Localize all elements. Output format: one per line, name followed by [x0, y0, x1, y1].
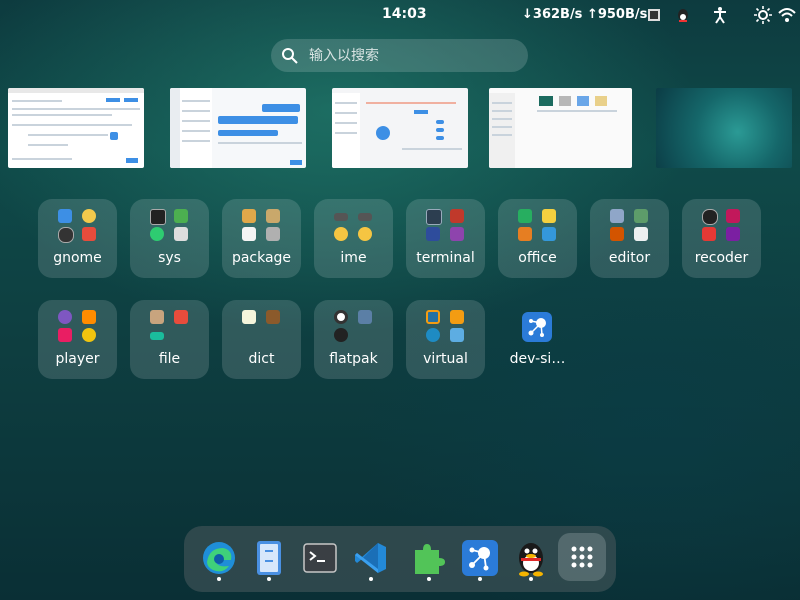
folder-preview-icons — [242, 209, 282, 243]
workspace-thumbnail-4[interactable] — [489, 88, 632, 168]
dev-sidecar-icon — [522, 312, 552, 342]
folder-label: file — [158, 351, 181, 367]
extensions-icon[interactable] — [407, 536, 451, 580]
terminal-icon[interactable] — [298, 536, 342, 580]
folder-ime[interactable]: ime — [314, 199, 393, 278]
folder-editor[interactable]: editor — [590, 199, 669, 278]
accessibility-icon[interactable] — [711, 6, 729, 24]
folder-label: flatpak — [329, 351, 378, 367]
dev-sidecar-dock-icon[interactable] — [458, 536, 502, 580]
search-bar[interactable] — [271, 39, 528, 72]
folder-preview-icons — [150, 209, 190, 243]
running-indicator — [217, 577, 221, 581]
folder-dict[interactable]: dict — [222, 300, 301, 379]
folder-preview-icons — [58, 310, 98, 344]
folder-label: gnome — [53, 250, 102, 266]
workspace-thumbnail-3[interactable] — [332, 88, 468, 168]
qq-tray-icon[interactable] — [674, 6, 692, 24]
running-indicator — [369, 577, 373, 581]
show-apps-icon[interactable] — [558, 533, 606, 581]
brightness-icon[interactable] — [754, 6, 772, 24]
folder-label: player — [55, 351, 100, 367]
folder-virtual[interactable]: virtual — [406, 300, 485, 379]
folder-label: dict — [248, 351, 275, 367]
clock[interactable]: 14:03 — [382, 6, 427, 22]
network-speed[interactable]: ↓362B/s ↑950B/s — [522, 7, 647, 22]
wifi-icon[interactable] — [778, 6, 796, 24]
folder-label: office — [518, 250, 557, 266]
search-input[interactable] — [307, 46, 511, 65]
file-manager-icon[interactable] — [247, 536, 291, 580]
running-indicator — [427, 577, 431, 581]
folder-file[interactable]: file — [130, 300, 209, 379]
running-indicator — [529, 577, 533, 581]
folder-office[interactable]: office — [498, 199, 577, 278]
folder-label: package — [231, 250, 292, 266]
folder-terminal[interactable]: terminal — [406, 199, 485, 278]
folder-package[interactable]: package — [222, 199, 301, 278]
folder-preview-icons — [518, 209, 558, 243]
workspace-thumbnail-2[interactable] — [170, 88, 306, 168]
folder-preview-icons — [242, 310, 282, 344]
folder-label: terminal — [416, 250, 475, 266]
running-indicator — [478, 577, 482, 581]
folder-player[interactable]: player — [38, 300, 117, 379]
folder-preview-icons — [334, 310, 374, 344]
folder-label: virtual — [423, 351, 468, 367]
workspace-thumbnail-1[interactable] — [8, 88, 144, 168]
folder-preview-icons — [426, 209, 466, 243]
workspace-thumbnail-5-empty[interactable] — [656, 88, 792, 168]
top-bar: 14:03 ↓362B/s ↑950B/s — [0, 0, 800, 32]
folder-recoder[interactable]: recoder — [682, 199, 761, 278]
folder-preview-icons — [58, 209, 98, 243]
vscode-icon[interactable] — [349, 536, 393, 580]
folder-preview-icons — [150, 310, 190, 344]
folder-preview-icons — [702, 209, 742, 243]
folder-preview-icons — [610, 209, 650, 243]
folder-flatpak[interactable]: flatpak — [314, 300, 393, 379]
folder-gnome[interactable]: gnome — [38, 199, 117, 278]
tray-app-icon[interactable] — [645, 6, 663, 24]
edge-icon[interactable] — [197, 536, 241, 580]
folder-label: ime — [340, 250, 367, 266]
folder-label: recoder — [694, 250, 749, 266]
app-label: dev-si… — [509, 351, 566, 367]
app-dev-sidecar[interactable]: dev-si… — [498, 300, 577, 379]
folder-preview-icons — [334, 209, 374, 243]
folder-label: editor — [608, 250, 651, 266]
folder-preview-icons — [426, 310, 466, 344]
search-icon — [282, 47, 298, 64]
folder-label: sys — [158, 250, 181, 266]
folder-sys[interactable]: sys — [130, 199, 209, 278]
running-indicator — [267, 577, 271, 581]
qq-icon[interactable] — [509, 536, 553, 580]
